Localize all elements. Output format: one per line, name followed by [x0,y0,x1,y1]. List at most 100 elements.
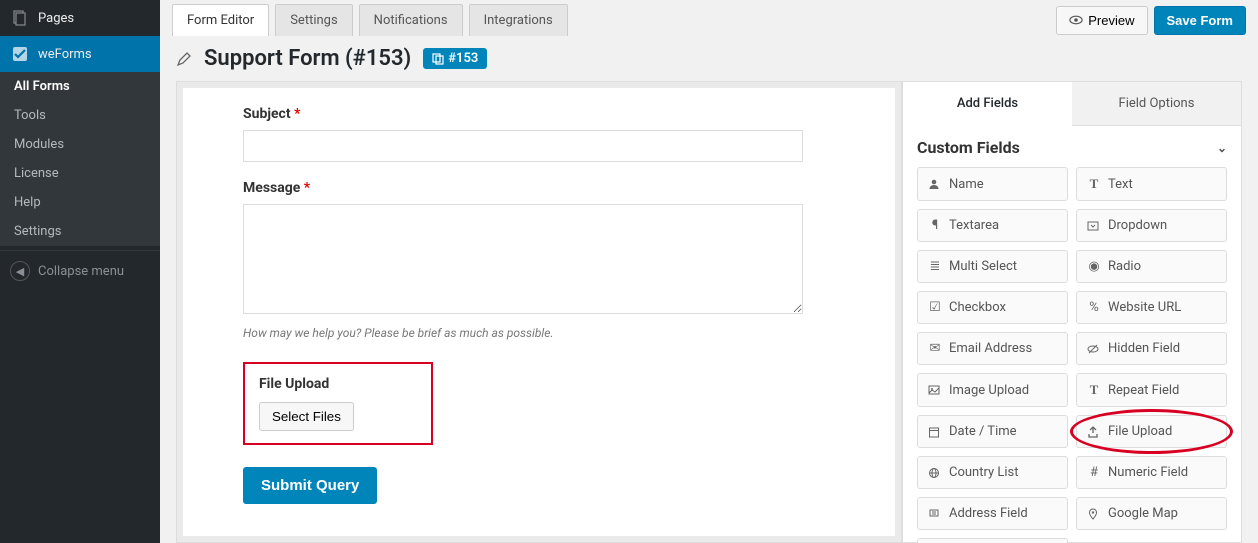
field-type-image-upload[interactable]: Image Upload [917,373,1068,407]
field-type-google-map[interactable]: Google Map [1076,497,1227,530]
tab-form-editor[interactable]: Form Editor [172,4,269,36]
submenu-settings[interactable]: Settings [0,217,160,246]
field-type-repeat-field[interactable]: T Repeat Field [1076,373,1227,407]
panel-tabs: Add Fields Field Options [903,82,1241,126]
hash-icon: # [1087,465,1101,480]
field-type-email-address[interactable]: ✉ Email Address [917,332,1068,365]
upload-icon [1087,426,1101,438]
chevron-down-icon: ⌄ [1217,141,1227,155]
mail-icon: ✉ [928,341,942,356]
field-type-label: Repeat Field [1108,383,1179,398]
hide-icon [1087,343,1101,355]
message-textarea[interactable] [243,204,803,314]
field-type-step-start[interactable]: Step Start [917,538,1068,543]
admin-sidebar: Pages weForms All Forms Tools Modules Li… [0,0,160,543]
globe-icon [928,467,942,479]
field-type-label: Address Field [949,506,1028,521]
panel-tab-field-options[interactable]: Field Options [1072,82,1241,126]
pages-icon [10,8,30,28]
editor-tabbar: Form Editor Settings Notifications Integ… [160,0,1258,36]
field-type-dropdown[interactable]: Dropdown [1076,209,1227,242]
subject-input[interactable] [243,130,803,162]
form-title[interactable]: Support Form (#153) [204,46,411,71]
tab-notifications[interactable]: Notifications [359,4,463,36]
tab-settings[interactable]: Settings [275,4,352,36]
save-form-button[interactable]: Save Form [1154,6,1246,35]
weforms-submenu: All Forms Tools Modules License Help Set… [0,72,160,246]
eye-icon [1069,13,1083,27]
select-files-button[interactable]: Select Files [259,402,354,431]
pin-icon [1087,508,1101,520]
field-type-hidden-field[interactable]: Hidden Field [1076,332,1227,365]
subject-label: Subject * [243,106,855,122]
field-subject[interactable]: Subject * [243,106,855,162]
submenu-license[interactable]: License [0,159,160,188]
field-type-website-url[interactable]: % Website URL [1076,291,1227,324]
section-heading[interactable]: Custom Fields ⌄ [917,138,1227,157]
field-type-file-upload[interactable]: File Upload [1076,415,1227,448]
field-type-label: Image Upload [949,383,1029,398]
required-mark: * [294,106,300,122]
field-type-label: Dropdown [1108,218,1167,233]
drop-icon [1087,220,1101,232]
menu-label: Pages [38,11,74,26]
collapse-menu[interactable]: ◀ Collapse menu [0,250,160,291]
field-file-upload[interactable]: File Upload Select Files [243,362,433,445]
copy-icon [432,53,444,65]
pencil-icon [176,51,192,67]
submenu-all-forms[interactable]: All Forms [0,72,160,101]
menu-item-pages[interactable]: Pages [0,0,160,36]
image-icon [928,384,942,396]
field-type-label: Date / Time [949,424,1017,439]
field-type-radio[interactable]: ◉Radio [1076,250,1227,283]
message-label: Message * [243,180,855,196]
form-canvas-wrap: Subject * Message * How may we help you?… [176,81,902,543]
message-help-text: How may we help you? Please be brief as … [243,326,855,340]
panel-tab-add-fields[interactable]: Add Fields [903,82,1072,126]
field-type-label: Email Address [949,341,1032,356]
menu-label: weForms [38,47,92,62]
repeat-icon: T [1087,382,1101,398]
check-icon: ☑ [928,300,942,315]
submit-button[interactable]: Submit Query [243,467,377,504]
form-titlebar: Support Form (#153) #153 [160,36,1258,81]
preview-button[interactable]: Preview [1056,6,1147,35]
main-content: Form Editor Settings Notifications Integ… [160,0,1258,543]
field-type-address-field[interactable]: Address Field [917,497,1068,530]
field-type-label: Checkbox [949,300,1006,315]
field-type-label: Website URL [1108,300,1181,315]
user-icon [928,178,942,190]
tab-integrations[interactable]: Integrations [469,4,568,36]
field-type-label: Name [949,177,984,192]
field-type-label: Google Map [1108,506,1178,521]
submenu-help[interactable]: Help [0,188,160,217]
field-type-checkbox[interactable]: ☑ Checkbox [917,291,1068,324]
preview-label: Preview [1088,13,1134,28]
link-icon: % [1087,300,1101,315]
field-type-date-time[interactable]: Date / Time [917,415,1068,448]
form-id-value: #153 [448,51,478,66]
field-type-text[interactable]: TText [1076,167,1227,201]
field-type-label: Multi Select [949,259,1017,274]
workspace: Subject * Message * How may we help you?… [160,81,1258,543]
submenu-tools[interactable]: Tools [0,101,160,130]
text-icon: T [1087,176,1101,192]
field-type-multi-select[interactable]: ≣Multi Select [917,250,1068,283]
field-type-numeric-field[interactable]: # Numeric Field [1076,456,1227,489]
field-type-textarea[interactable]: ¶Textarea [917,209,1068,242]
field-type-label: Country List [949,465,1019,480]
field-type-label: Numeric Field [1108,465,1188,480]
cal-icon [928,426,942,438]
field-type-name[interactable]: Name [917,167,1068,201]
form-canvas: Subject * Message * How may we help you?… [183,88,895,536]
fields-panel: Add Fields Field Options Custom Fields ⌄… [902,81,1242,543]
menu-item-weforms[interactable]: weForms [0,36,160,72]
field-type-country-list[interactable]: Country List [917,456,1068,489]
form-id-chip[interactable]: #153 [423,48,487,69]
para-icon: ¶ [928,218,942,233]
collapse-icon: ◀ [10,261,30,281]
field-message[interactable]: Message * How may we help you? Please be… [243,180,855,340]
field-type-label: File Upload [1108,424,1172,439]
weforms-icon [10,44,30,64]
submenu-modules[interactable]: Modules [0,130,160,159]
